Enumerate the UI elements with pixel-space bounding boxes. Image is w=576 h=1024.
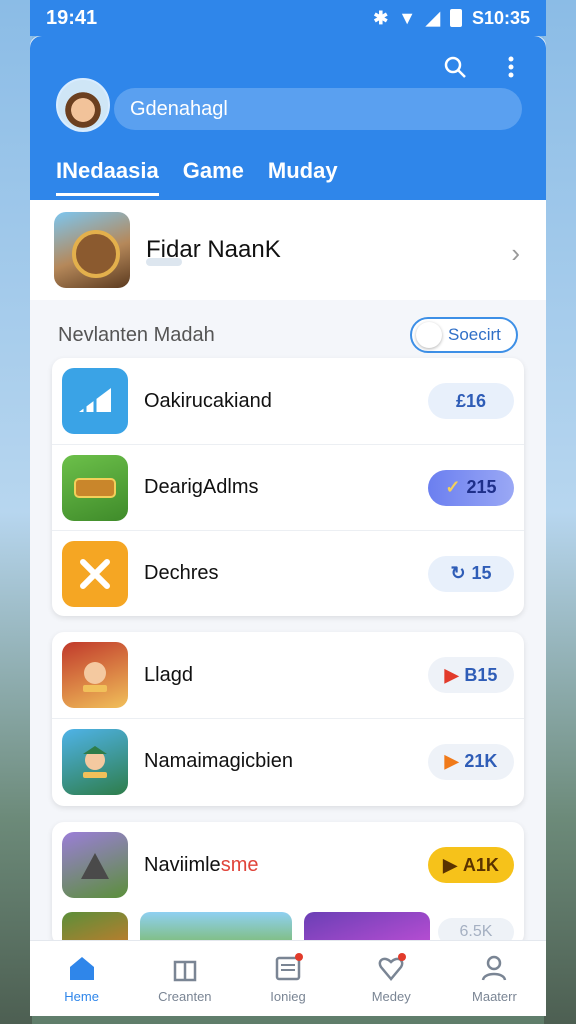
list-item-badge[interactable]: ▶ 21K — [428, 743, 514, 780]
signal-icon: ◢ — [426, 7, 440, 28]
list-item-badge[interactable]: ▶ A1K — [428, 847, 514, 883]
featured-item[interactable]: Fidar NaanK › — [30, 200, 546, 300]
list-item-title: DearigAdlms — [144, 476, 259, 498]
list-item[interactable]: Oakirucakiand £16 — [52, 358, 524, 444]
refresh-icon: ↻ — [450, 563, 466, 583]
status-icons: ✱ ▼ ◢ S10:35 — [373, 8, 530, 29]
nav-item-create[interactable]: Creanten — [133, 941, 236, 1016]
profile-icon — [479, 953, 509, 983]
strategy-app-icon — [62, 832, 128, 898]
hero-app-icon — [62, 642, 128, 708]
background-right — [544, 0, 576, 1024]
bluetooth-icon: ✱ — [373, 7, 389, 28]
game-app-icon — [62, 454, 128, 521]
nav-item-profile[interactable]: Maaterr — [443, 941, 546, 1016]
list-item-badge-text: 15 — [471, 563, 492, 583]
app-list-card: Oakirucakiand £16 DearigAdlms ✓ 215 Dech… — [52, 358, 524, 616]
play-icon: ▶ — [444, 751, 459, 771]
bottom-nav: Heme Creanten Ionieg Medey Maaterr — [30, 940, 546, 1016]
nav-item-news[interactable]: Ionieg — [236, 941, 339, 1016]
list-item-badge[interactable]: ✓ 215 — [428, 469, 514, 506]
nav-item-media[interactable]: Medey — [340, 941, 443, 1016]
play-icon: ▶ — [444, 664, 459, 685]
list-item[interactable]: Naviimlesme ▶ A1K — [52, 822, 524, 908]
home-icon — [67, 953, 97, 983]
notification-dot — [295, 953, 303, 961]
tab-2[interactable]: Muday — [268, 142, 338, 200]
list-item-badge[interactable]: ▶ B15 — [428, 657, 514, 693]
adventure-app-icon — [62, 728, 128, 795]
nav-label: Medey — [371, 989, 411, 1004]
list-item-title-main: Naviimle — [144, 853, 221, 876]
list-item-title: Dechres — [144, 562, 219, 584]
app-list-card: Llagd ▶ B15 Namaimagicbien ▶ 21K — [52, 632, 524, 806]
featured-subtitle-placeholder — [146, 258, 182, 266]
list-item-title: Llagd — [144, 663, 193, 686]
featured-thumbnail — [54, 212, 130, 288]
status-time: 19:41 — [46, 6, 98, 29]
list-item-title: Namaimagicbien — [144, 750, 293, 772]
more-menu-icon[interactable] — [496, 52, 526, 82]
nav-label: Creanten — [158, 989, 212, 1004]
chart-app-icon — [62, 368, 128, 434]
list-item-badge[interactable]: ↻ 15 — [428, 555, 514, 592]
section-toggle[interactable]: Soecirt — [410, 317, 518, 353]
nav-label: Heme — [64, 989, 99, 1004]
list-item[interactable]: Llagd ▶ B15 — [52, 632, 524, 718]
toggle-knob — [416, 322, 442, 348]
list-item-title-accent: sme — [220, 853, 259, 876]
list-item-badge-text: 21K — [464, 751, 498, 771]
list-item-badge-text: B15 — [464, 664, 498, 685]
header-actions — [440, 52, 526, 82]
news-icon — [273, 953, 303, 983]
list-item-title: Oakirucakiand — [144, 389, 272, 412]
wifi-icon: ▼ — [398, 7, 417, 28]
search-icon[interactable] — [440, 52, 470, 82]
list-item[interactable]: DearigAdlms ✓ 215 — [52, 444, 524, 530]
list-item-badge-text: 215 — [466, 477, 497, 497]
battery-icon — [449, 9, 462, 27]
nav-label: Ionieg — [270, 989, 306, 1004]
status-right-text: S10:35 — [471, 7, 530, 28]
list-item-badge-text: A1K — [462, 854, 499, 875]
header: Gdenahagl INedaasia Game Muday — [30, 36, 546, 200]
search-input[interactable]: Gdenahagl — [114, 88, 522, 130]
list-item-title: Naviimlesme — [144, 854, 428, 877]
close-app-icon — [62, 540, 128, 607]
heart-location-icon — [376, 953, 407, 983]
tab-bar: INedaasia Game Muday — [30, 142, 546, 200]
list-item[interactable]: Namaimagicbien ▶ 21K — [52, 718, 524, 804]
tab-0[interactable]: INedaasia — [56, 142, 159, 200]
check-icon: ✓ — [445, 477, 461, 497]
nav-item-home[interactable]: Heme — [30, 941, 133, 1016]
chevron-right-icon: › — [511, 238, 520, 268]
section-title: Nevlanten Madah — [58, 323, 215, 346]
app-window: Gdenahagl INedaasia Game Muday Fidar Naa… — [30, 36, 546, 1016]
nav-label: Maaterr — [472, 989, 517, 1004]
list-item-badge[interactable]: £16 — [428, 383, 514, 419]
toggle-label: Soecirt — [448, 325, 501, 344]
list-item[interactable]: Dechres ↻ 15 — [52, 530, 524, 616]
status-bar: 19:41 ✱ ▼ ◢ S10:35 — [30, 0, 546, 36]
app-list-card: Naviimlesme ▶ A1K 6.5K — [52, 822, 524, 946]
background-left — [0, 0, 32, 1024]
avatar[interactable] — [56, 78, 110, 132]
list-item-badge-text: £16 — [455, 390, 487, 411]
tab-1[interactable]: Game — [183, 142, 244, 200]
play-icon: ▶ — [443, 854, 457, 875]
gift-icon — [170, 953, 200, 983]
search-input-text: Gdenahagl — [130, 97, 228, 120]
